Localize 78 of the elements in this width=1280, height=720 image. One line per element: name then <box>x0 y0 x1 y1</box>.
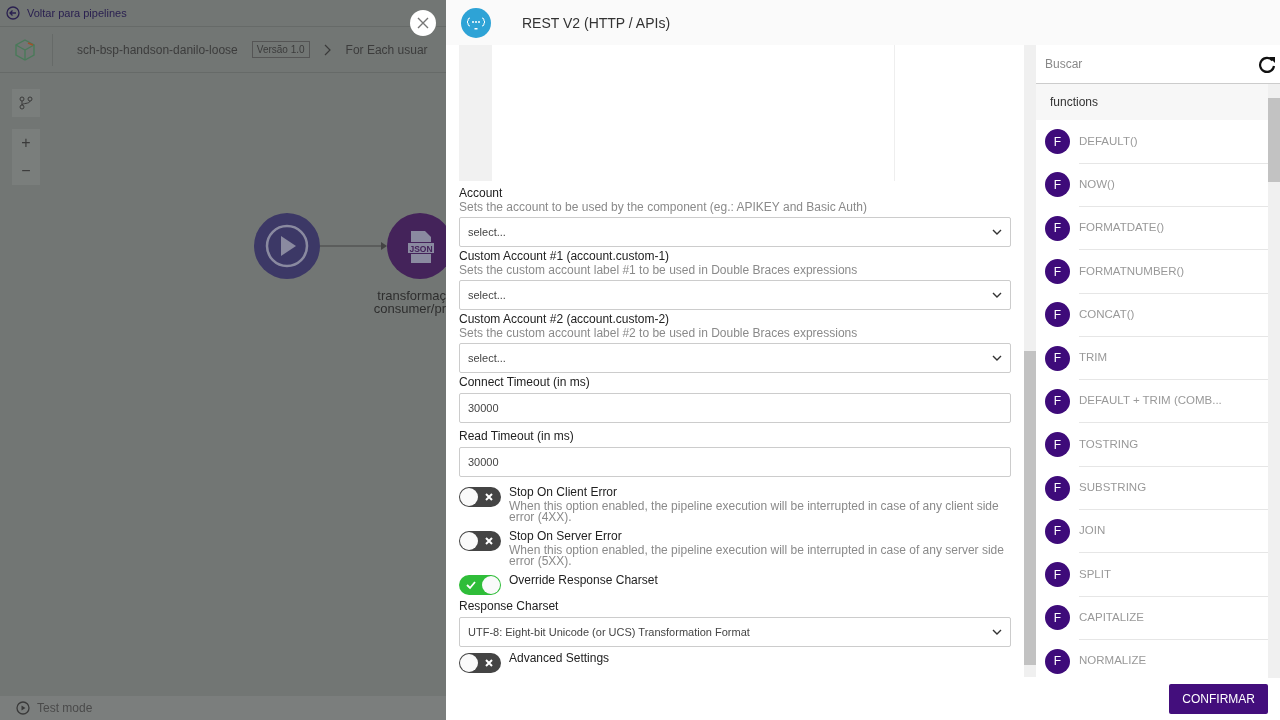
function-item[interactable]: F CAPITALIZE <box>1036 596 1268 640</box>
input-field[interactable]: 30000 <box>459 393 1011 423</box>
cross-icon <box>484 658 494 668</box>
function-badge: F <box>1045 475 1070 501</box>
function-badge: F <box>1045 648 1070 674</box>
trigger-node[interactable] <box>254 213 320 279</box>
version-badge: Versão 1.0 <box>251 41 310 58</box>
component-icon <box>461 7 491 38</box>
function-badge: F <box>1045 388 1070 414</box>
function-item[interactable]: F NOW() <box>1036 163 1268 207</box>
function-badge: F <box>1045 172 1070 198</box>
function-item[interactable]: F TRIM <box>1036 336 1268 380</box>
branch-icon <box>19 96 33 110</box>
input-field[interactable]: 30000 <box>459 447 1011 477</box>
node-label: transformaç consumer/pr <box>372 289 446 315</box>
search-field[interactable]: Buscar <box>1036 45 1280 84</box>
toggle-label: Stop On Server Error <box>509 529 623 543</box>
select-field[interactable]: UTF-8: Eight-bit Unicode (or UCS) Transformation Format <box>459 617 1011 647</box>
check-icon <box>466 580 476 590</box>
function-badge: F <box>1045 215 1070 241</box>
branch-button[interactable] <box>12 89 40 117</box>
back-arrow-icon <box>6 6 20 20</box>
dialog-title: REST V2 (HTTP / APIs) <box>522 14 671 31</box>
field-description: Sets the account to be used by the component (eg.: APIKEY and Basic Auth) <box>459 202 869 213</box>
function-badge: F <box>1045 432 1070 458</box>
toggle-label: Stop On Client Error <box>509 485 619 499</box>
toggle-switch[interactable] <box>459 531 501 551</box>
field-label: Read Timeout (in ms) <box>459 429 575 443</box>
cross-icon <box>484 492 494 502</box>
function-item[interactable]: F DEFAULT() <box>1036 120 1268 164</box>
function-badge: F <box>1045 259 1070 285</box>
function-item[interactable]: F DEFAULT + TRIM (COMB... <box>1036 379 1268 424</box>
pipeline-name: sch-bsp-handson-danilo-loose <box>77 42 238 57</box>
field-label: Response Charset <box>459 599 560 613</box>
function-item[interactable]: F JOIN <box>1036 509 1268 553</box>
function-item[interactable]: F TOSTRING <box>1036 423 1268 467</box>
caret-icon <box>992 292 1002 298</box>
select-field[interactable]: select... <box>459 280 1011 310</box>
field-description: Sets the custom account label #1 to be used in Double Braces expressions <box>459 265 859 276</box>
field-label: Account <box>459 186 504 200</box>
play-icon <box>16 701 30 715</box>
function-item[interactable]: F CONCAT() <box>1036 293 1268 337</box>
toggle-description: When this option enabled, the pipeline execution will be interrupted in case of any server side error (5XX). <box>509 545 1005 567</box>
breadcrumb: For Each usuar <box>345 42 428 57</box>
toggle-label: Override Response Charset <box>509 573 658 587</box>
cube-logo-icon <box>12 36 38 63</box>
toggle-description: When this option enabled, the pipeline execution will be interrupted in case of any client side error (4XX). <box>509 501 1000 523</box>
caret-icon <box>992 355 1002 361</box>
section-header: functions <box>1036 84 1268 120</box>
connector-arrow <box>320 241 387 251</box>
function-item[interactable]: F SUBSTRING <box>1036 466 1268 510</box>
function-item[interactable]: F FORMATNUMBER() <box>1036 249 1268 294</box>
caret-icon <box>992 629 1002 635</box>
search-input[interactable]: Buscar <box>1045 54 1258 74</box>
function-item[interactable]: F SPLIT <box>1036 552 1268 597</box>
caret-icon <box>992 229 1002 235</box>
confirm-button[interactable]: CONFIRMAR <box>1169 684 1268 714</box>
function-badge: F <box>1045 302 1070 328</box>
function-badge: F <box>1045 605 1070 631</box>
function-badge: F <box>1045 345 1070 371</box>
field-description: Sets the custom account label #2 to be used in Double Braces expressions <box>459 328 859 339</box>
select-field[interactable]: select... <box>459 217 1011 247</box>
field-label: Connect Timeout (in ms) <box>459 375 591 389</box>
field-label: Custom Account #1 (account.custom-1) <box>459 249 671 263</box>
function-badge: F <box>1045 562 1070 588</box>
toggle-switch[interactable] <box>459 575 501 595</box>
field-label: Custom Account #2 (account.custom-2) <box>459 312 671 326</box>
toggle-label: Advanced Settings <box>509 651 610 665</box>
toggle-switch[interactable] <box>459 487 501 507</box>
close-icon <box>417 17 429 29</box>
function-badge: F <box>1045 518 1070 544</box>
function-item[interactable]: F FORMATDATE() <box>1036 206 1268 250</box>
function-badge: F <box>1045 129 1070 155</box>
toggle-switch[interactable] <box>459 653 501 673</box>
refresh-icon[interactable] <box>1258 55 1276 73</box>
select-field[interactable]: select... <box>459 343 1011 373</box>
cross-icon <box>484 536 494 546</box>
chevron-right-icon <box>323 43 332 56</box>
